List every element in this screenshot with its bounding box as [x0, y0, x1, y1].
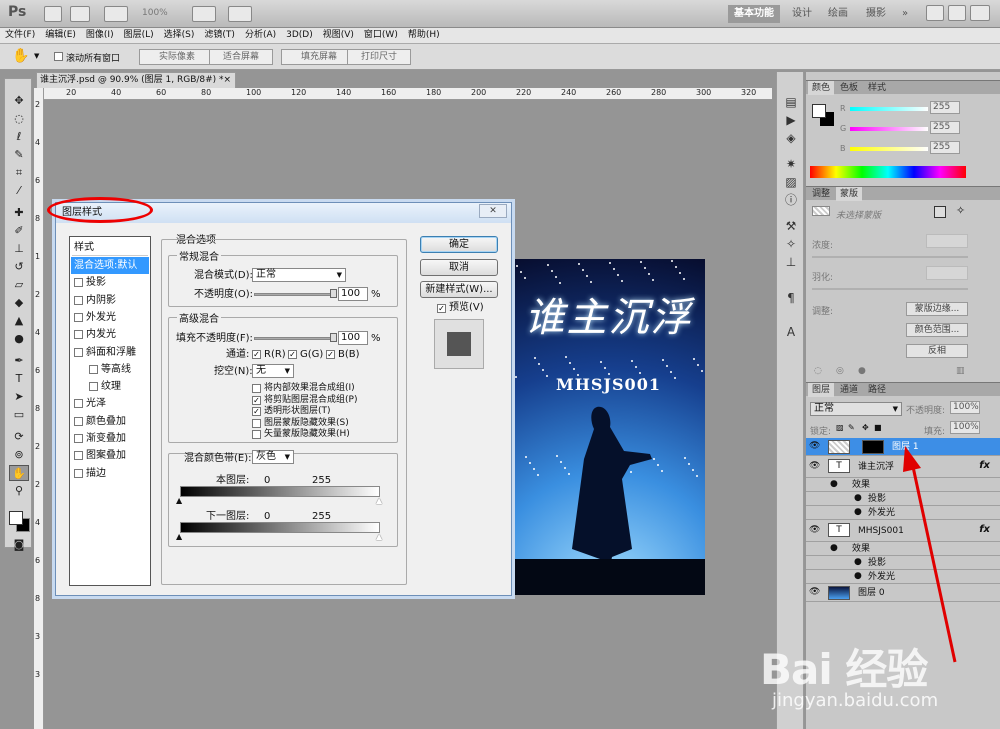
panel-fg-color-swatch[interactable] — [812, 104, 826, 118]
watermark-brand: Bai 经验 — [760, 645, 928, 694]
foreground-color-swatch[interactable] — [9, 511, 23, 525]
watermark-url: jingyan.baidu.com — [772, 690, 939, 711]
annotation-arrow — [903, 446, 957, 663]
